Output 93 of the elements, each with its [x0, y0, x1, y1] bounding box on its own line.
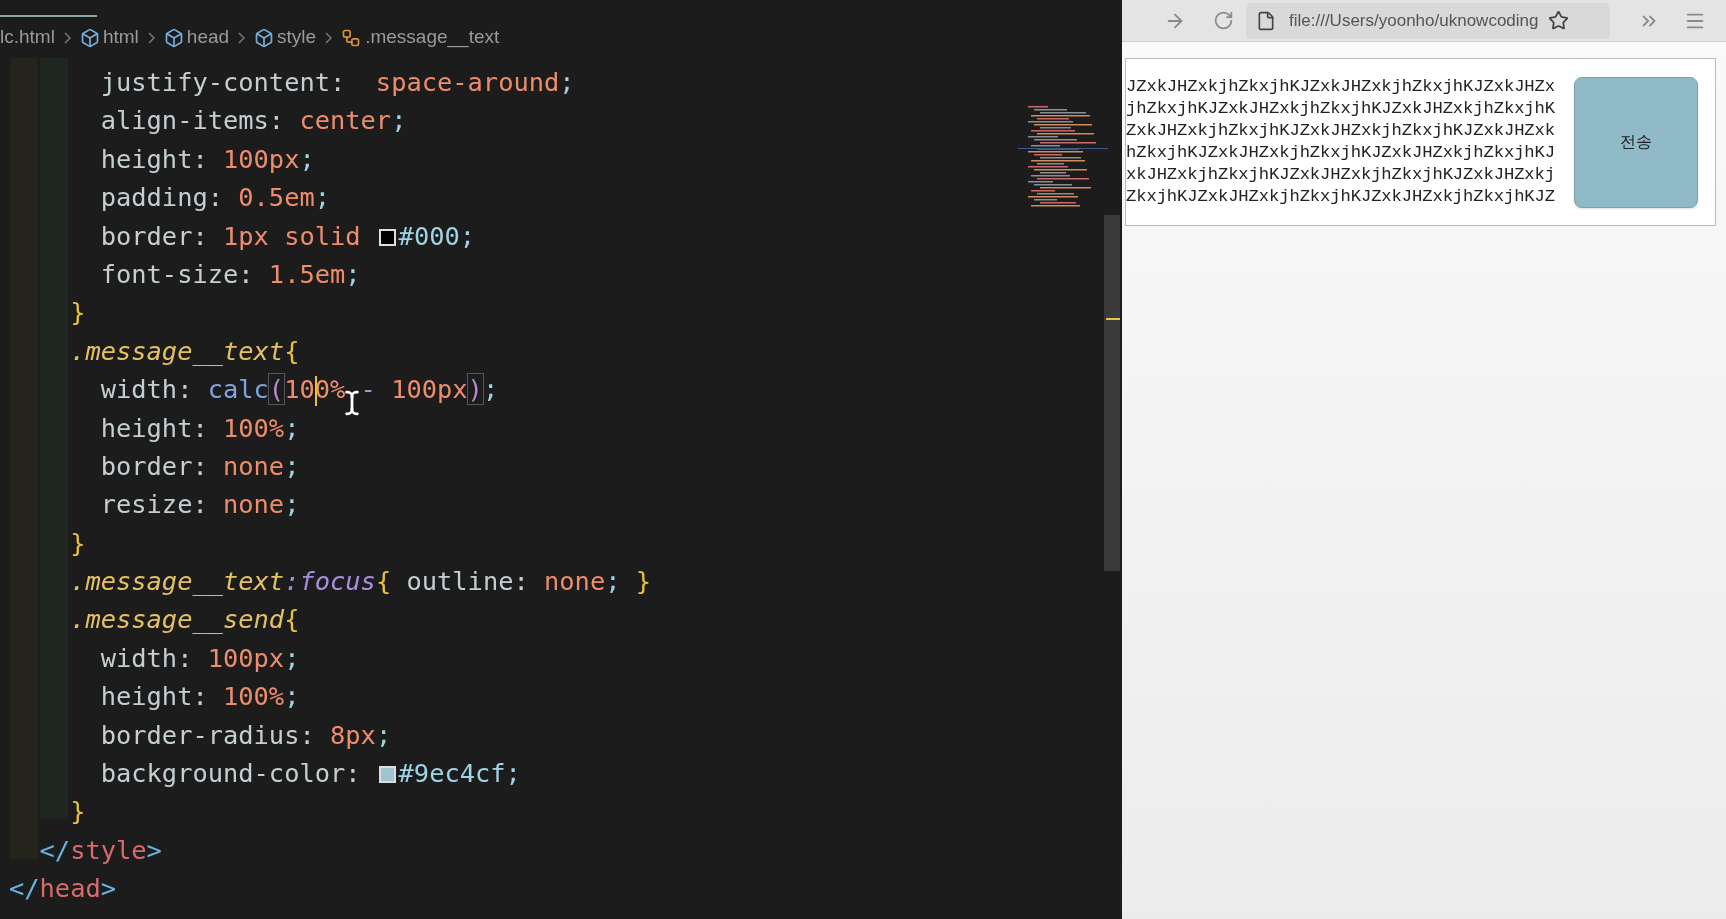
css-value: 1.5em [267, 258, 346, 289]
css-selector: .message__send [70, 604, 285, 635]
css-value: none [222, 489, 285, 520]
css-value: 10 [284, 374, 315, 405]
css-property: resize: [100, 489, 208, 520]
semicolon: ; [605, 566, 621, 597]
address-bar[interactable]: file:///Users/yoonho/uknowcoding [1246, 2, 1610, 39]
css-property: background-color: [100, 758, 361, 789]
css-property: border-radius: [100, 719, 315, 750]
breadcrumb-item[interactable]: head [186, 23, 230, 52]
tag-bracket: </ [39, 834, 71, 865]
semicolon: ; [459, 220, 476, 251]
url-text: file:///Users/yoonho/uknowcoding [1289, 9, 1539, 32]
css-value: 100% [222, 681, 285, 712]
breadcrumb-item[interactable]: style [277, 23, 317, 52]
text-caret [314, 376, 317, 407]
brace: } [70, 796, 86, 827]
css-selector: .message__text [70, 566, 285, 597]
breadcrumb-item[interactable]: .message__text [365, 23, 500, 52]
bracket: ) [467, 374, 483, 405]
chevron-icon [147, 31, 155, 44]
scrollbar[interactable] [1104, 215, 1120, 571]
semicolon: ; [314, 182, 330, 213]
css-selector: .message__text [70, 335, 285, 366]
brace: { [375, 566, 392, 597]
color-swatch[interactable] [378, 766, 396, 784]
pseudo-class: :focus [284, 566, 376, 597]
css-property: border: [100, 220, 208, 251]
brace: } [634, 566, 652, 597]
cube-icon [163, 27, 184, 48]
selector-icon [341, 27, 362, 48]
cube-icon [79, 27, 100, 48]
chevron-icon [325, 31, 333, 44]
bookmark-star-icon[interactable] [1548, 10, 1570, 31]
css-property: align-items: [100, 105, 285, 136]
chevron-icon [63, 31, 71, 44]
tag-bracket: > [146, 834, 162, 865]
file-icon [1256, 10, 1276, 31]
semicolon: ; [559, 67, 575, 97]
brace: } [70, 297, 86, 328]
semicolon: ; [345, 258, 361, 289]
css-value: 100px [222, 143, 300, 174]
tag-bracket: > [100, 873, 117, 904]
css-property: width: [100, 642, 193, 673]
css-property: justify-content: [100, 67, 346, 97]
css-property: outline: [405, 566, 529, 597]
css-property: font-size: [100, 258, 254, 289]
semicolon: ; [391, 105, 407, 136]
tag-bracket: </ [9, 873, 40, 904]
css-value: 100% [222, 412, 285, 443]
css-value: center [298, 105, 392, 136]
semicolon: ; [505, 758, 521, 789]
css-property: padding: [100, 182, 223, 213]
semicolon: ; [482, 374, 499, 405]
css-value: 1px solid [222, 220, 361, 251]
breadcrumb-item[interactable]: html [102, 23, 139, 52]
chevron-icon [238, 31, 246, 44]
css-property: border: [100, 450, 208, 481]
css-value: none [543, 566, 606, 597]
semicolon: ; [284, 489, 300, 520]
hex-color: #000 [398, 220, 460, 251]
css-value: 100px [390, 374, 468, 405]
semicolon: ; [299, 143, 315, 174]
semicolon: ; [284, 642, 300, 673]
hex-color: #9ec4cf [398, 758, 506, 789]
reload-icon[interactable] [1213, 10, 1234, 31]
css-property: width: [100, 374, 193, 405]
semicolon: ; [284, 681, 300, 712]
breadcrumb-item[interactable]: lc.html [0, 23, 55, 52]
semicolon: ; [284, 412, 300, 443]
css-value: 0.5em [237, 182, 315, 213]
cube-icon [254, 27, 275, 48]
css-function: calc [206, 374, 269, 405]
brace: { [284, 604, 300, 635]
brace: { [284, 335, 300, 366]
css-value: 100px [206, 642, 285, 673]
css-property: height: [100, 412, 208, 443]
css-value: 0% [314, 374, 346, 405]
bracket: ( [268, 374, 285, 405]
color-swatch[interactable] [378, 228, 396, 246]
css-value: space-around [374, 67, 560, 97]
css-value: 8px [329, 719, 376, 750]
css-property: height: [100, 143, 208, 174]
send-button[interactable]: 전송 [1574, 76, 1698, 208]
semicolon: ; [284, 450, 300, 481]
operator: - [359, 374, 376, 405]
css-value: none [222, 450, 285, 481]
message-textarea[interactable]: JZxkJHZxkjhZkxjhKJZxkJHZxkjhZkxjhKJZxkJHZx jhZkxjhKJZxkJHZxkjhZkxjhKJZxkJHZxkjhZkxjhK ZxkJHZxkjhZkxjhKJZxkJHZxkjhZkxjhKJZxkJHZxk hZkxjhKJZxkJHZxkjhZkxjhKJZxkJHZxkjhZkxjhKJ xkJHZxkjhZkxjhKJZxkJHZxkjhZkxjhKJZxkJHZxkj ZkxjhKJZxkJHZxkjhZkxjhKJZxkJHZxkjhZkxjhKJZ [1126, 76, 1555, 208]
semicolon: ; [375, 719, 392, 750]
css-property: height: [100, 681, 208, 712]
tag-name: style [70, 834, 147, 865]
brace: } [70, 527, 86, 558]
tag-name: head [39, 873, 101, 904]
